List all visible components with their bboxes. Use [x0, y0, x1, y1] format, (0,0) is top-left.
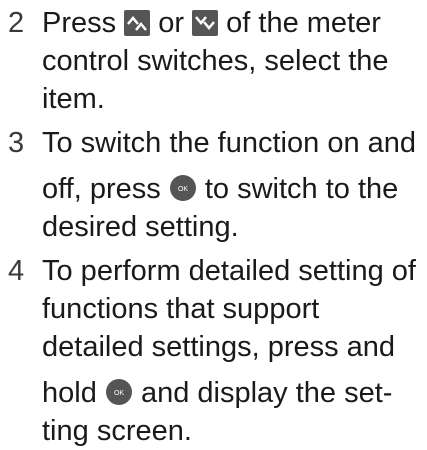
ok-button-icon: OK: [169, 174, 197, 212]
step-text-line: control switches, select the: [42, 45, 389, 77]
step-text-line: item.: [42, 83, 105, 115]
step-text-line: Press or of the meter: [42, 4, 381, 46]
step-number: 4: [8, 255, 25, 287]
meter-down-switch-icon: [192, 8, 219, 46]
text-segment: and display the set-: [132, 377, 393, 409]
text-segment: or: [150, 7, 193, 39]
ok-button-icon: OK: [105, 378, 133, 416]
svg-text:OK: OK: [178, 186, 188, 193]
text-segment: hold: [42, 377, 105, 409]
step-text-line: detailed settings, press and: [42, 331, 396, 363]
step-text-line: desired setting.: [42, 211, 239, 243]
text-segment: to switch to the: [196, 173, 399, 205]
step-text-line: ting screen.: [42, 415, 192, 447]
step-text-line: To switch the function on and: [42, 127, 417, 159]
text-segment: of the meter: [218, 7, 381, 39]
text-segment: off, press: [42, 173, 169, 205]
svg-text:OK: OK: [114, 390, 124, 397]
step-number: 3: [8, 127, 25, 159]
step-number: 2: [8, 7, 25, 39]
step-text-line: To perform detailed setting of: [42, 255, 416, 287]
step-text-line: hold OK and display the set-: [42, 374, 392, 416]
meter-up-switch-icon: [124, 8, 151, 46]
text-segment: Press: [42, 7, 125, 39]
step-text-line: functions that support: [42, 293, 320, 325]
step-text-line: off, press OK to switch to the: [42, 170, 398, 212]
